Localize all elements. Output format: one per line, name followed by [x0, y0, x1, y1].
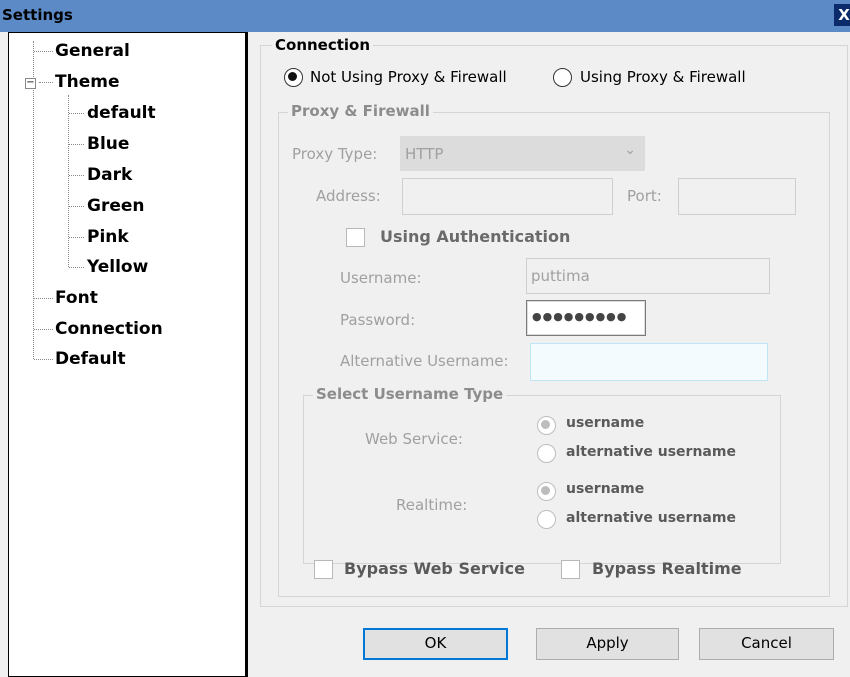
- using-authentication-checkbox[interactable]: [346, 228, 365, 247]
- tree-line: [69, 206, 84, 207]
- realtime-alternative-label: alternative username: [566, 510, 736, 526]
- proxy-type-label: Proxy Type:: [292, 145, 378, 163]
- web-service-alternative-label: alternative username: [566, 444, 736, 460]
- web-service-username-radio[interactable]: [537, 416, 556, 435]
- radio-using-proxy[interactable]: [553, 68, 572, 87]
- tree-line: [69, 144, 84, 145]
- tree-item-default[interactable]: Default: [55, 349, 126, 369]
- alternative-username-label: Alternative Username:: [340, 352, 509, 370]
- using-proxy-label: Using Proxy & Firewall: [580, 68, 746, 86]
- window-title: Settings: [2, 6, 73, 24]
- tree-line: [69, 237, 84, 238]
- username-value: puttima: [531, 267, 590, 285]
- tree-item-theme-green[interactable]: Green: [87, 196, 145, 216]
- tree-item-theme-default[interactable]: default: [87, 103, 156, 123]
- tree-item-theme-yellow[interactable]: Yellow: [87, 257, 148, 277]
- tree-line: [69, 267, 84, 268]
- password-value: ●●●●●●●●●: [532, 310, 628, 323]
- settings-content: Connection Not Using Proxy & Firewall Us…: [250, 32, 850, 677]
- tree-line: [69, 175, 84, 176]
- port-field[interactable]: [678, 178, 796, 215]
- username-label: Username:: [340, 269, 422, 287]
- port-label: Port:: [627, 187, 662, 205]
- title-bar: [0, 0, 850, 32]
- proxy-type-select[interactable]: HTTP ⌄: [400, 136, 645, 171]
- address-field[interactable]: [402, 178, 613, 215]
- realtime-username-label: username: [566, 481, 645, 497]
- using-authentication-label: Using Authentication: [380, 227, 571, 246]
- password-field[interactable]: ●●●●●●●●●: [526, 300, 646, 336]
- cancel-button[interactable]: Cancel: [699, 628, 834, 660]
- username-field[interactable]: puttima: [526, 258, 770, 294]
- address-label: Address:: [316, 187, 381, 205]
- bypass-web-service-checkbox[interactable]: [314, 560, 333, 579]
- not-using-proxy-label: Not Using Proxy & Firewall: [310, 68, 507, 86]
- tree-line: [39, 82, 53, 83]
- tree-item-theme-blue[interactable]: Blue: [87, 134, 129, 154]
- tree-item-theme[interactable]: Theme: [55, 72, 119, 92]
- connection-legend: Connection: [272, 36, 374, 54]
- username-type-legend: Select Username Type: [313, 385, 507, 403]
- tree-item-general[interactable]: General: [55, 41, 130, 61]
- bypass-realtime-checkbox[interactable]: [561, 560, 580, 579]
- proxy-firewall-legend: Proxy & Firewall: [288, 102, 433, 120]
- tree-line: [69, 113, 84, 114]
- collapse-icon[interactable]: −: [25, 78, 36, 89]
- tree-item-connection[interactable]: Connection: [55, 319, 163, 339]
- tree-line: [34, 359, 53, 360]
- web-service-username-label: username: [566, 415, 645, 431]
- web-service-label: Web Service:: [365, 430, 463, 448]
- tree-line: [68, 95, 69, 267]
- radio-not-using-proxy[interactable]: [284, 68, 303, 87]
- close-button[interactable]: X: [834, 4, 850, 26]
- realtime-alternative-radio[interactable]: [537, 510, 556, 529]
- ok-button[interactable]: OK: [363, 628, 508, 660]
- tree-item-font[interactable]: Font: [55, 288, 98, 308]
- tree-line: [34, 51, 53, 52]
- alternative-username-field[interactable]: [530, 343, 768, 381]
- bypass-web-service-label: Bypass Web Service: [344, 559, 525, 578]
- tree-line: [34, 298, 53, 299]
- chevron-down-icon: ⌄: [624, 142, 636, 158]
- tree-item-theme-pink[interactable]: Pink: [87, 227, 129, 247]
- password-label: Password:: [340, 311, 416, 329]
- settings-tree: − General Theme default Blue Dark Green …: [8, 32, 248, 677]
- realtime-username-radio[interactable]: [537, 482, 556, 501]
- apply-button[interactable]: Apply: [536, 628, 679, 660]
- tree-item-theme-dark[interactable]: Dark: [87, 165, 132, 185]
- realtime-label: Realtime:: [396, 496, 468, 514]
- web-service-alternative-radio[interactable]: [537, 444, 556, 463]
- tree-line: [34, 329, 53, 330]
- bypass-realtime-label: Bypass Realtime: [592, 559, 742, 578]
- proxy-type-value: HTTP: [405, 145, 444, 163]
